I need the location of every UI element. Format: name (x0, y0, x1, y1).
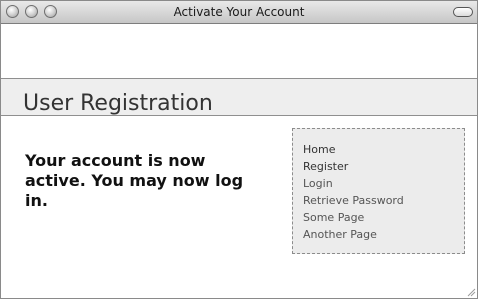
nav-item-register[interactable]: Register (303, 158, 464, 175)
toolbar-toggle-button[interactable] (453, 7, 473, 17)
nav-item-login[interactable]: Login (303, 175, 464, 192)
nav-item-another-page[interactable]: Another Page (303, 226, 464, 243)
browser-window: Activate Your Account User Registration … (0, 0, 478, 299)
page-header: User Registration (1, 78, 477, 116)
nav-list: Home Register Login Retrieve Password So… (303, 141, 464, 243)
window-titlebar[interactable]: Activate Your Account (1, 1, 477, 24)
sidebar-nav: Home Register Login Retrieve Password So… (292, 128, 465, 254)
nav-item-retrieve-password[interactable]: Retrieve Password (303, 192, 464, 209)
page-title: User Registration (23, 91, 213, 116)
resize-grip-icon[interactable] (466, 287, 476, 297)
nav-item-home[interactable]: Home (303, 141, 464, 158)
nav-item-some-page[interactable]: Some Page (303, 209, 464, 226)
activation-message: Your account is now active. You may now … (25, 151, 244, 210)
window-title: Activate Your Account (173, 5, 305, 19)
